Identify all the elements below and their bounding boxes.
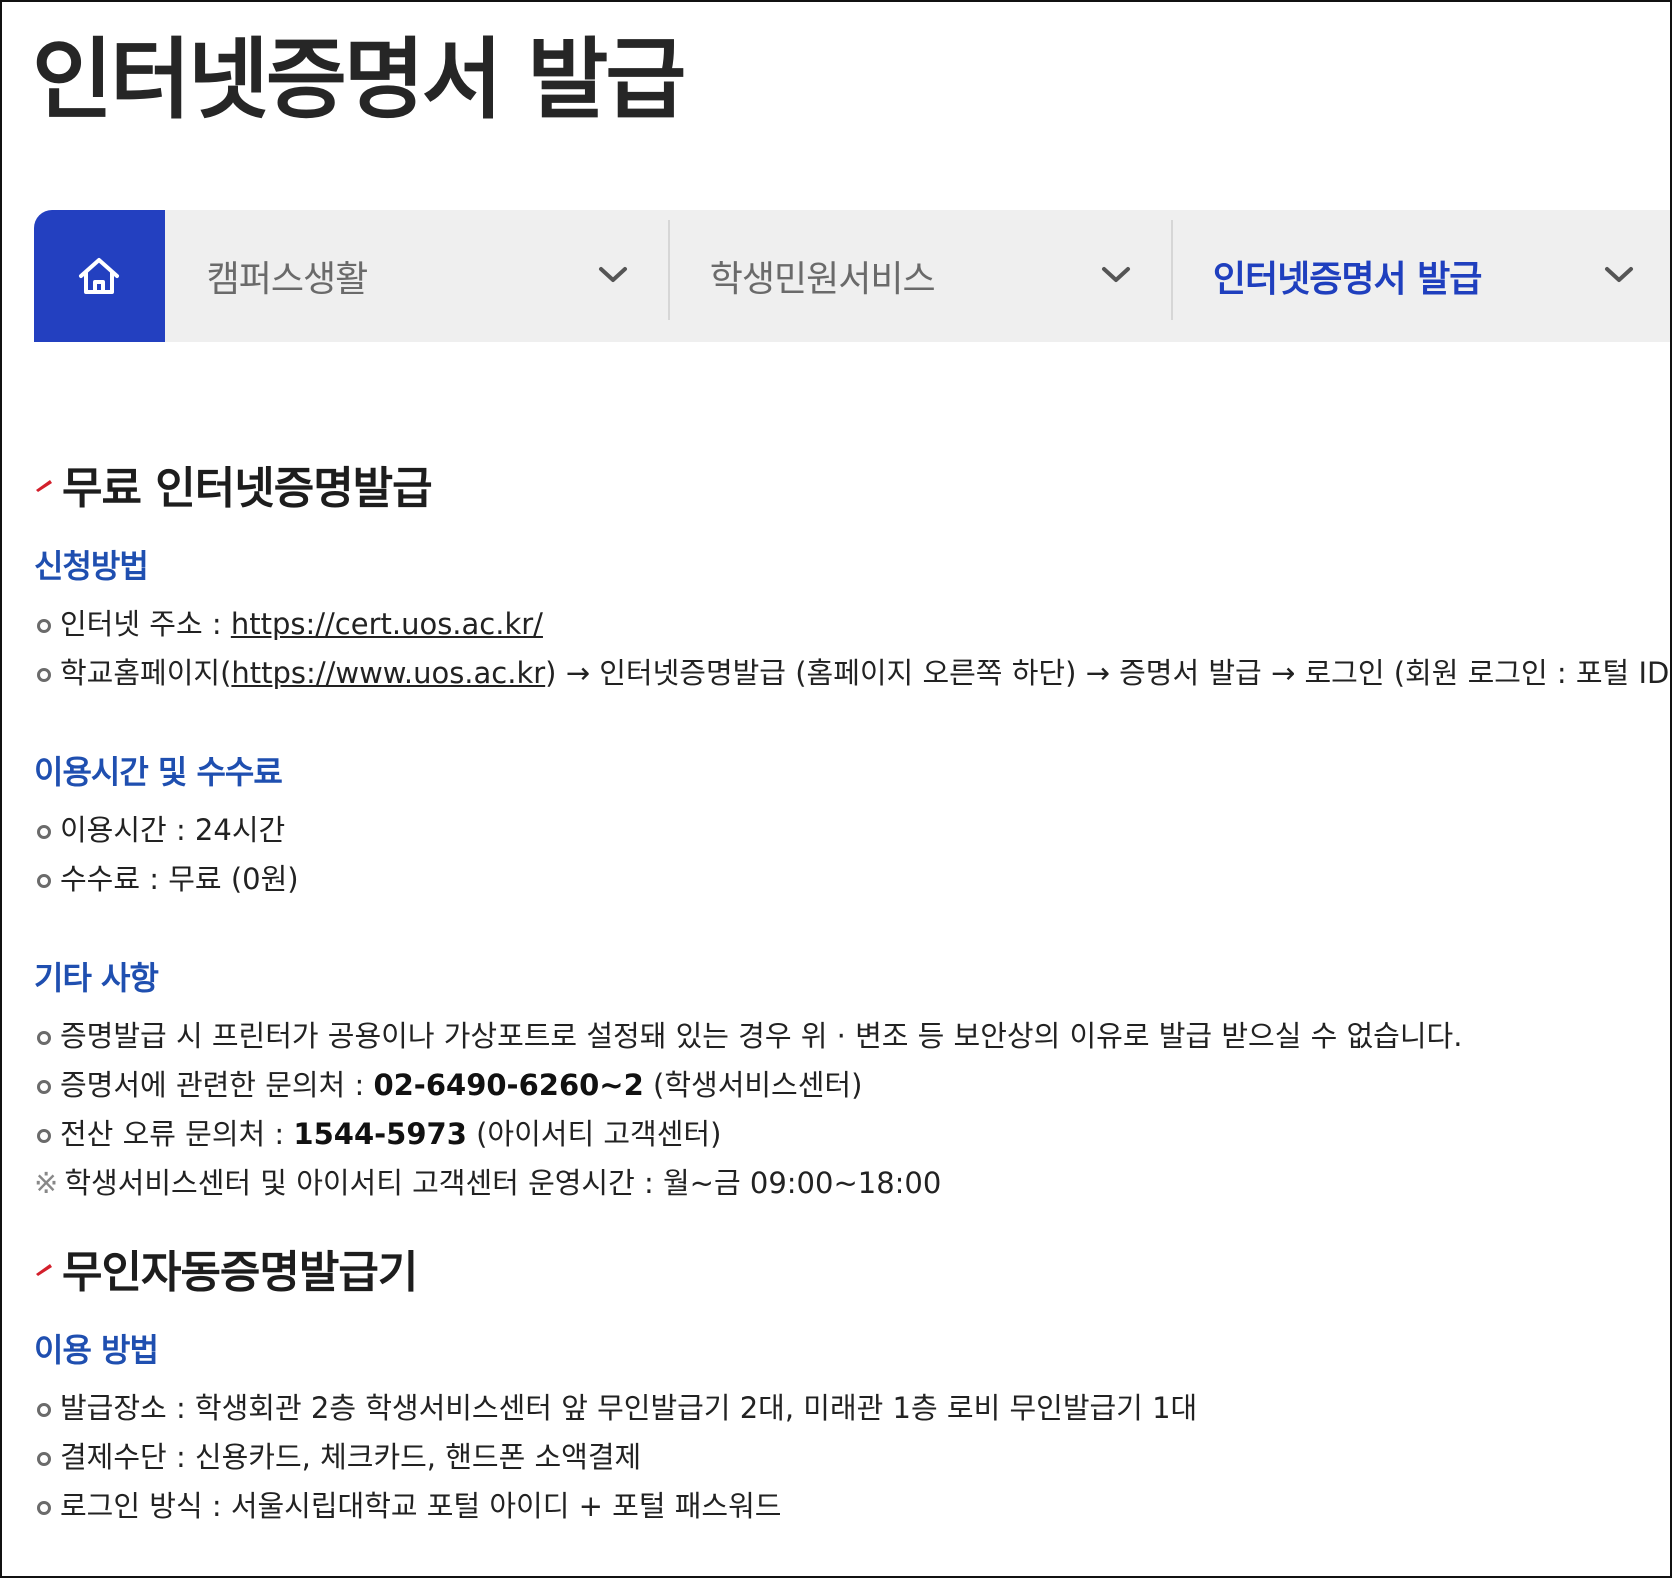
list-item: 증명서에 관련한 문의처 : 02-6490-6260~2 (학생서비스센터) — [34, 1061, 1654, 1110]
bullet-icon — [37, 825, 51, 839]
home-icon — [79, 258, 120, 294]
chevron-down-icon[interactable] — [1101, 266, 1131, 284]
bullet-icon — [37, 619, 51, 633]
nav-label: 인터넷증명서 발급 — [1212, 259, 1482, 300]
section-title: 무인자동증명발급기 — [34, 1226, 1654, 1310]
accent-mark-icon — [36, 1264, 52, 1276]
nav-label: 캠퍼스생활 — [206, 259, 369, 300]
item-text: 전산 오류 문의처 : — [60, 1117, 294, 1151]
bullet-icon — [37, 1129, 51, 1143]
school-homepage-link[interactable]: https://www.uos.ac.kr — [231, 656, 545, 690]
page-frame: 인터넷증명서 발급 캠퍼스생활 학생민원서비스 인터넷증명서 발급 무료 인터넷… — [0, 0, 1672, 1578]
nav-internet-certificate[interactable]: 인터넷증명서 발급 — [1170, 210, 1670, 342]
section-title: 무료 인터넷증명발급 — [34, 442, 1654, 526]
item-text: ) → 인터넷증명발급 (홈페이지 오른쪽 하단) → 증명서 발급 → 로그인… — [545, 656, 1672, 690]
list-item: 발급장소 : 학생회관 2층 학생서비스센터 앞 무인발급기 2대, 미래관 1… — [34, 1384, 1654, 1433]
nav-label: 학생민원서비스 — [709, 259, 936, 300]
list-item: 학교홈페이지(https://www.uos.ac.kr) → 인터넷증명발급 … — [34, 649, 1670, 698]
bullet-icon — [37, 1501, 51, 1515]
accent-mark-icon — [36, 480, 52, 492]
list-item: 결제수단 : 신용카드, 체크카드, 핸드폰 소액결제 — [34, 1433, 1654, 1482]
list-item: 이용시간 : 24시간 — [34, 806, 1654, 855]
bullet-icon — [37, 1080, 51, 1094]
home-button[interactable] — [34, 210, 165, 342]
nav-campus-life[interactable]: 캠퍼스생활 — [165, 210, 668, 342]
section-title-text: 무료 인터넷증명발급 — [62, 463, 433, 514]
note-line: ※ 학생서비스센터 및 아이서티 고객센터 운영시간 : 월~금 09:00~18… — [34, 1159, 1654, 1208]
item-text: 로그인 방식 : 서울시립대학교 포털 아이디 + 포털 패스워드 — [60, 1489, 782, 1523]
bullet-icon — [37, 1403, 51, 1417]
item-text: 수수료 : 무료 (0원) — [60, 862, 299, 896]
cert-site-link[interactable]: https://cert.uos.ac.kr/ — [231, 607, 543, 641]
reference-mark-icon: ※ — [34, 1166, 59, 1200]
item-text: 증명서에 관련한 문의처 : — [60, 1068, 374, 1102]
breadcrumb-nav: 캠퍼스생활 학생민원서비스 인터넷증명서 발급 — [34, 210, 1670, 342]
list-item: 증명발급 시 프린터가 공용이나 가상포트로 설정돼 있는 경우 위 · 변조 … — [34, 1012, 1654, 1061]
phone-number: 02-6490-6260~2 — [373, 1068, 644, 1102]
nav-student-services[interactable]: 학생민원서비스 — [667, 210, 1171, 342]
bullet-icon — [37, 1031, 51, 1045]
item-text: 인터넷 주소 : — [60, 607, 231, 641]
bullet-icon — [37, 668, 51, 682]
subheading: 기타 사항 — [34, 959, 159, 997]
list-item: 전산 오류 문의처 : 1544-5973 (아이서티 고객센터) — [34, 1110, 1654, 1159]
note-text: 학생서비스센터 및 아이서티 고객센터 운영시간 : 월~금 09:00~18:… — [64, 1166, 942, 1200]
subheading: 신청방법 — [34, 547, 149, 585]
list-item: 수수료 : 무료 (0원) — [34, 855, 1654, 904]
item-text: (학생서비스센터) — [643, 1068, 863, 1102]
item-text: 증명발급 시 프린터가 공용이나 가상포트로 설정돼 있는 경우 위 · 변조 … — [60, 1019, 1463, 1053]
bullet-icon — [37, 874, 51, 888]
bullet-icon — [37, 1452, 51, 1466]
main-content: 무료 인터넷증명발급 신청방법 인터넷 주소 : https://cert.uo… — [34, 442, 1670, 1531]
list-item: 로그인 방식 : 서울시립대학교 포털 아이디 + 포털 패스워드 — [34, 1482, 1654, 1531]
item-text: (아이서티 고객센터) — [466, 1117, 722, 1151]
chevron-down-icon[interactable] — [1604, 266, 1634, 284]
list-item: 인터넷 주소 : https://cert.uos.ac.kr/ — [34, 600, 1654, 649]
subheading: 이용시간 및 수수료 — [34, 753, 283, 791]
phone-number: 1544-5973 — [293, 1117, 467, 1151]
item-text: 학교홈페이지( — [60, 656, 232, 690]
subheading: 이용 방법 — [34, 1331, 159, 1369]
item-text: 이용시간 : 24시간 — [60, 813, 286, 847]
page-title: 인터넷증명서 발급 — [32, 28, 686, 131]
item-text: 발급장소 : 학생회관 2층 학생서비스센터 앞 무인발급기 2대, 미래관 1… — [60, 1391, 1198, 1425]
chevron-down-icon[interactable] — [598, 266, 628, 284]
section-title-text: 무인자동증명발급기 — [62, 1247, 418, 1298]
item-text: 결제수단 : 신용카드, 체크카드, 핸드폰 소액결제 — [60, 1440, 642, 1474]
